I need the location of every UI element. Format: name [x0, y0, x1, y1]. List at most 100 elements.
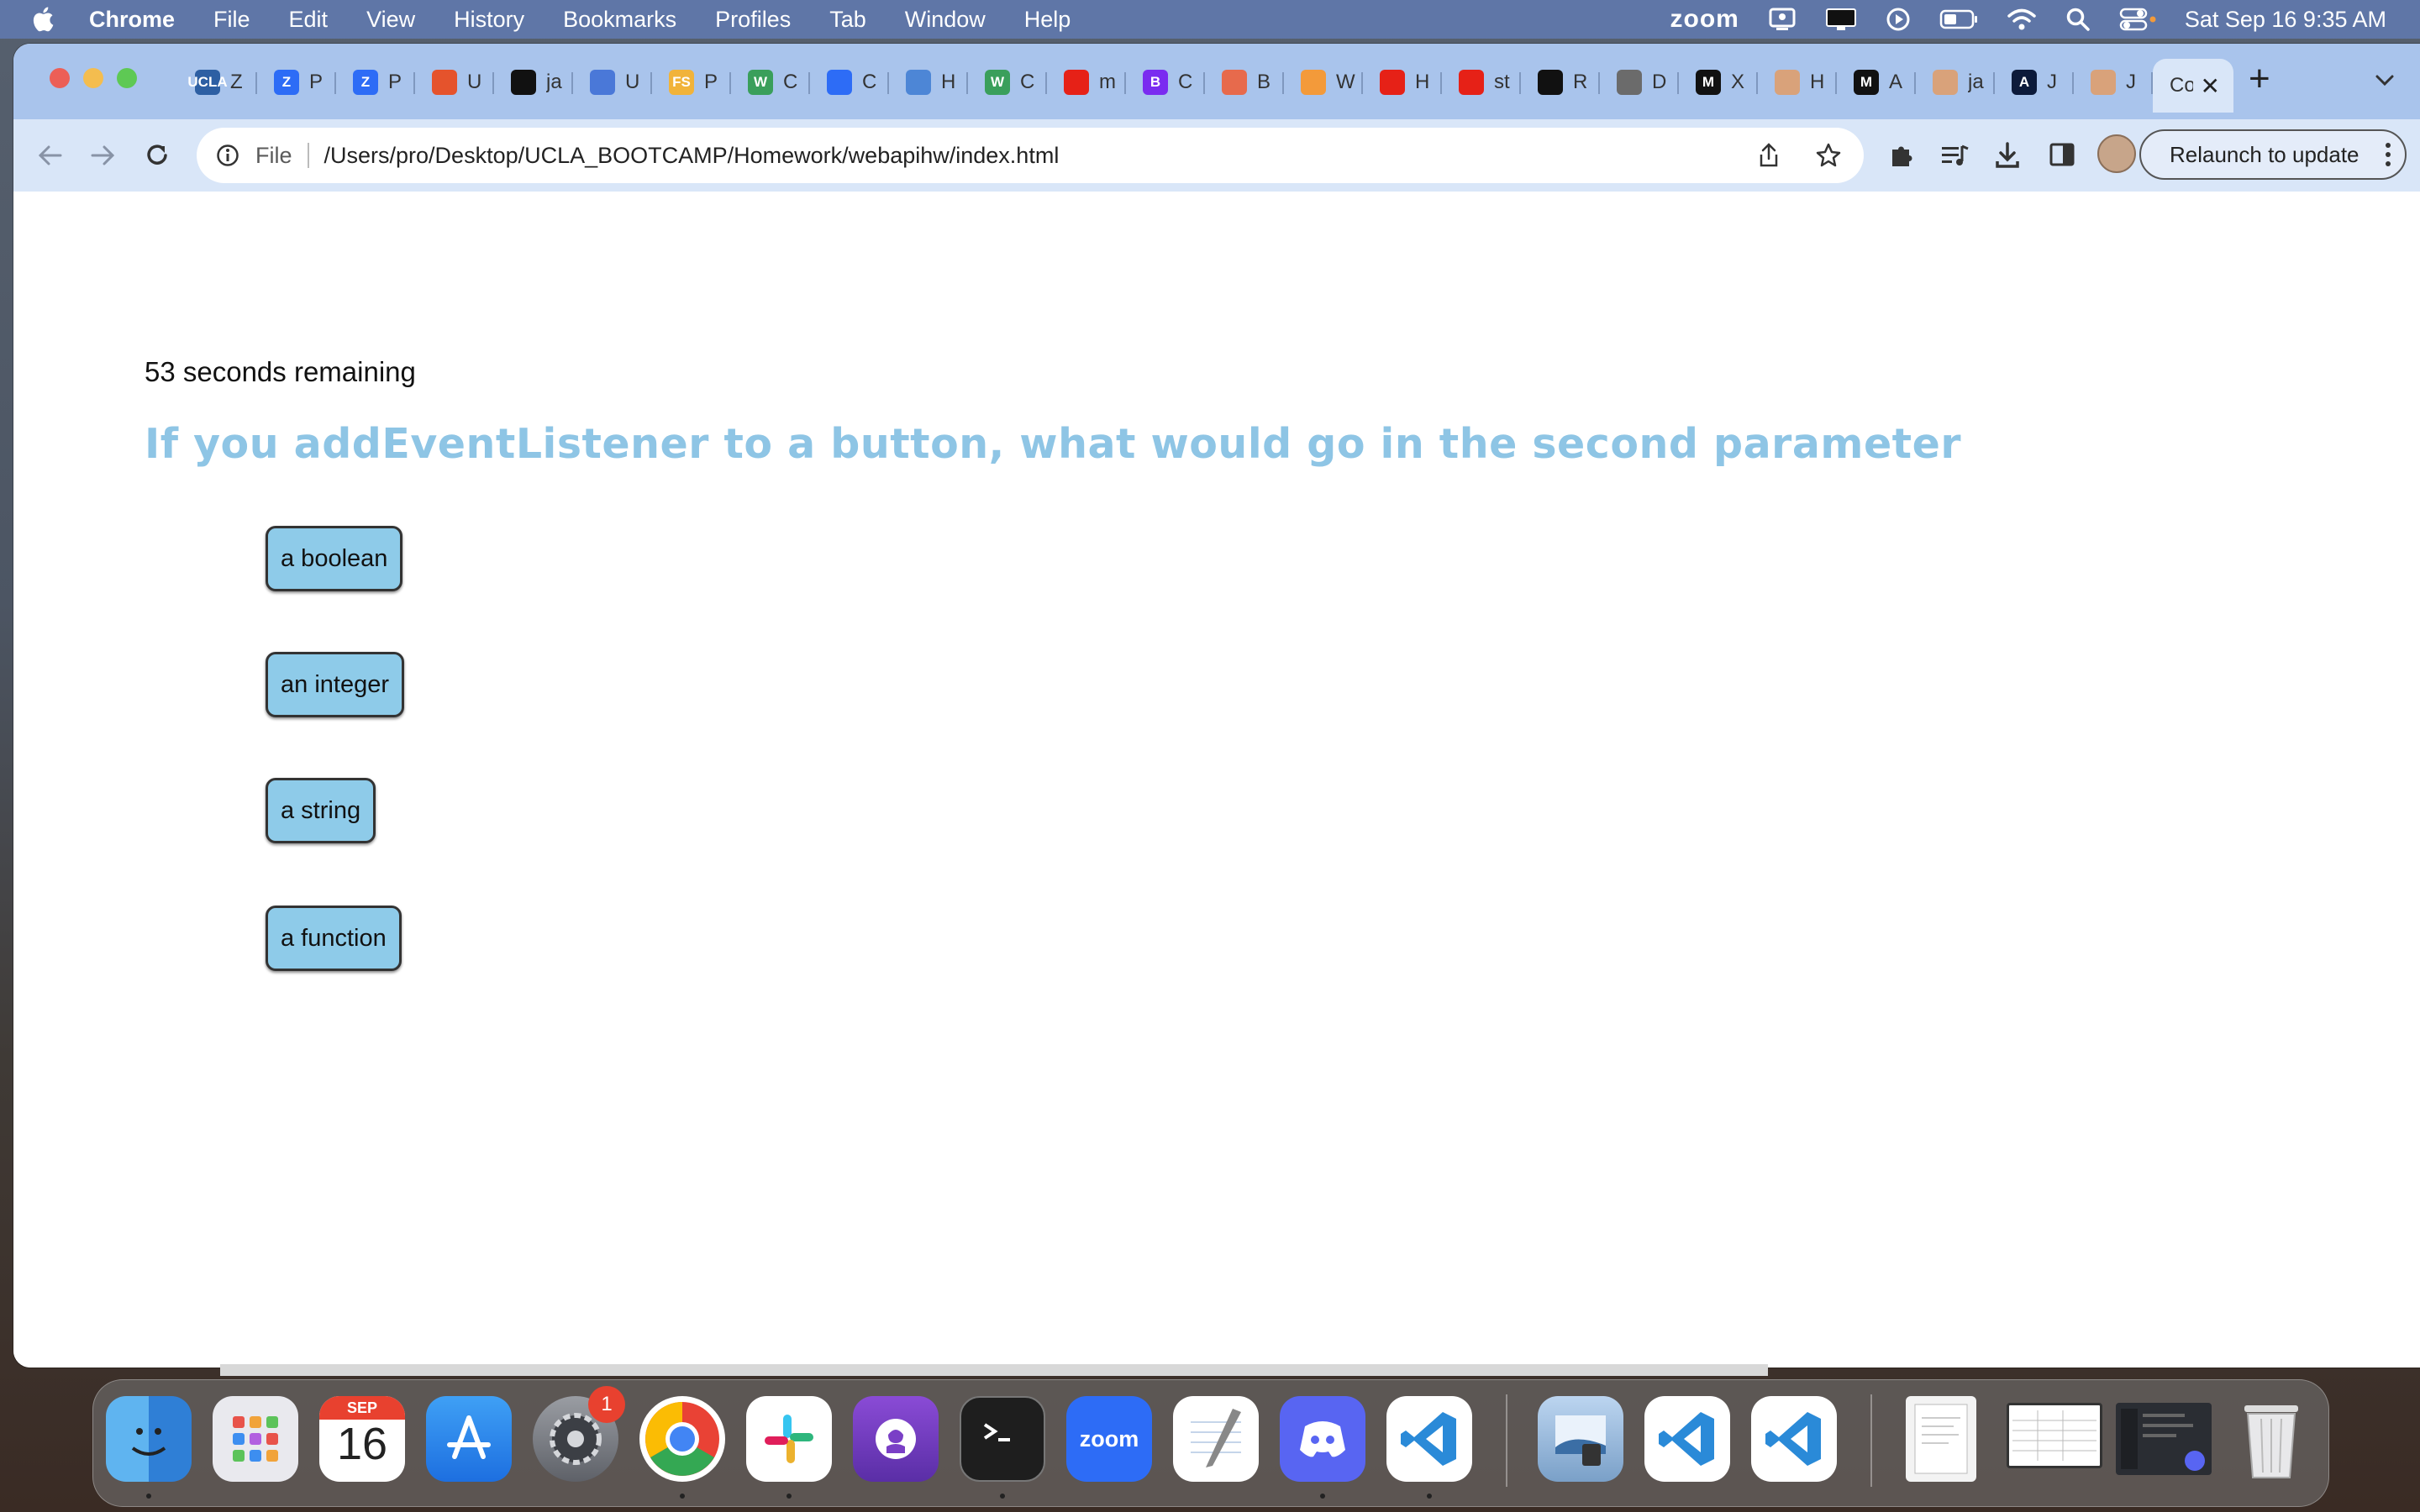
tab-title: P	[704, 71, 718, 93]
window-minimize-button[interactable]	[83, 68, 103, 88]
answer-button-string[interactable]: a string	[266, 778, 376, 843]
calendar-icon[interactable]: SEP 16	[319, 1396, 405, 1482]
browser-tab[interactable]: st	[1442, 59, 1521, 106]
browser-tab[interactable]: FS P	[652, 59, 731, 106]
menu-help[interactable]: Help	[1024, 7, 1071, 33]
browser-tab[interactable]: H	[1758, 59, 1837, 106]
relaunch-to-update-button[interactable]: Relaunch to update	[2139, 129, 2407, 180]
browser-tab[interactable]: C	[810, 59, 889, 106]
forward-arrow-icon[interactable]	[89, 141, 118, 170]
discord-icon[interactable]	[1280, 1396, 1365, 1482]
address-bar-actions	[1756, 142, 1842, 169]
bookmark-star-icon[interactable]	[1815, 142, 1842, 169]
menu-bar-clock[interactable]: Sat Sep 16 9:35 AM	[2185, 7, 2386, 33]
launchpad-icon[interactable]	[213, 1396, 298, 1482]
menu-history[interactable]: History	[454, 7, 524, 33]
answer-button-boolean[interactable]: a boolean	[266, 526, 403, 591]
browser-tab[interactable]: H	[1363, 59, 1442, 106]
media-controls-icon[interactable]	[1939, 141, 1970, 170]
site-info-icon[interactable]	[215, 143, 240, 168]
share-icon[interactable]	[1756, 142, 1781, 169]
window-close-button[interactable]	[50, 68, 70, 88]
tab-favicon-icon	[511, 70, 536, 95]
tab-close-icon[interactable]: ✕	[2201, 72, 2220, 100]
browser-tab[interactable]: MA	[1837, 59, 1916, 106]
screen-share-icon[interactable]	[1768, 7, 1797, 32]
menu-file[interactable]: File	[213, 7, 250, 33]
browser-tab[interactable]: H	[889, 59, 968, 106]
chrome-icon[interactable]	[639, 1396, 725, 1482]
battery-icon[interactable]	[1939, 8, 1978, 30]
zoom-app-icon[interactable]: zoom	[1066, 1396, 1152, 1482]
vscode-window-icon-2[interactable]	[1751, 1396, 1837, 1482]
menu-edit[interactable]: Edit	[289, 7, 329, 33]
display-icon[interactable]	[1825, 7, 1857, 32]
address-bar[interactable]: File /Users/pro/Desktop/UCLA_BOOTCAMP/Ho…	[197, 128, 1864, 183]
js-file-icon[interactable]	[1906, 1396, 1976, 1482]
apple-logo-icon[interactable]	[30, 5, 59, 34]
browser-tab[interactable]: D	[1600, 59, 1679, 106]
answer-button-integer[interactable]: an integer	[266, 652, 404, 717]
tab-favicon-icon	[1538, 70, 1563, 95]
tab-title: H	[941, 71, 956, 93]
github-desktop-icon[interactable]	[853, 1396, 939, 1482]
terminal-icon[interactable]	[960, 1396, 1045, 1482]
menu-window[interactable]: Window	[905, 7, 986, 33]
browser-tab[interactable]: W	[1284, 59, 1363, 106]
active-browser-tab[interactable]: Co ✕	[2153, 59, 2233, 113]
wifi-icon[interactable]	[2007, 8, 2037, 31]
tab-title: ja	[546, 71, 562, 93]
new-tab-button[interactable]: +	[2249, 60, 2270, 97]
menu-view[interactable]: View	[366, 7, 415, 33]
tab-title: C	[1020, 71, 1035, 93]
browser-tab[interactable]: WC	[968, 59, 1047, 106]
browser-tab[interactable]: WC	[731, 59, 810, 106]
browser-tab[interactable]: U	[573, 59, 652, 106]
address-url-text[interactable]: /Users/pro/Desktop/UCLA_BOOTCAMP/Homewor…	[324, 143, 1060, 169]
menu-tab[interactable]: Tab	[829, 7, 866, 33]
browser-tab[interactable]: ja	[1916, 59, 1995, 106]
discord-window-thumbnail[interactable]	[2116, 1403, 2212, 1475]
downloads-icon[interactable]	[1993, 141, 2022, 170]
back-arrow-icon[interactable]	[35, 141, 64, 170]
play-icon[interactable]	[1886, 7, 1911, 32]
finder-icon[interactable]	[106, 1396, 192, 1482]
tab-favicon-icon: Z	[353, 70, 378, 95]
side-panel-icon[interactable]	[2049, 141, 2075, 168]
profile-avatar[interactable]	[2097, 134, 2136, 173]
browser-tab[interactable]: ZP	[257, 59, 336, 106]
spreadsheet-window-thumbnail[interactable]	[2007, 1403, 2102, 1468]
preview-icon[interactable]	[1538, 1396, 1623, 1482]
spotlight-search-icon[interactable]	[2065, 7, 2091, 32]
browser-tab[interactable]: AJ	[1995, 59, 2074, 106]
browser-tab[interactable]: BC	[1126, 59, 1205, 106]
browser-tab[interactable]: J	[2074, 59, 2153, 106]
tab-favicon-icon	[2091, 70, 2116, 95]
menu-bookmarks[interactable]: Bookmarks	[563, 7, 676, 33]
window-zoom-button[interactable]	[117, 68, 137, 88]
reload-icon[interactable]	[143, 141, 171, 170]
more-options-icon[interactable]	[2383, 139, 2393, 170]
app-store-icon[interactable]	[426, 1396, 512, 1482]
browser-tab[interactable]: ja	[494, 59, 573, 106]
vscode-icon[interactable]	[1386, 1396, 1472, 1482]
extensions-puzzle-icon[interactable]	[1887, 141, 1916, 170]
browser-tab[interactable]: U	[415, 59, 494, 106]
trash-icon[interactable]	[2228, 1396, 2314, 1482]
browser-tab[interactable]: B	[1205, 59, 1284, 106]
browser-tab[interactable]: R	[1521, 59, 1600, 106]
slack-icon[interactable]	[746, 1396, 832, 1482]
menu-app-name[interactable]: Chrome	[89, 7, 175, 33]
menu-profiles[interactable]: Profiles	[715, 7, 791, 33]
answer-button-function[interactable]: a function	[266, 906, 402, 971]
vscode-window-icon[interactable]	[1644, 1396, 1730, 1482]
zoom-status-item[interactable]: zoom	[1670, 5, 1739, 34]
control-center-icon[interactable]	[2119, 7, 2156, 32]
browser-tab[interactable]: MX	[1679, 59, 1758, 106]
browser-tab[interactable]: m	[1047, 59, 1126, 106]
textedit-icon[interactable]	[1173, 1396, 1259, 1482]
tab-search-chevron-icon[interactable]	[2373, 69, 2396, 92]
browser-tab[interactable]: UCLA Z	[178, 59, 257, 106]
quiz-question: If you addEventListener to a button, wha…	[145, 420, 1961, 468]
browser-tab[interactable]: ZP	[336, 59, 415, 106]
